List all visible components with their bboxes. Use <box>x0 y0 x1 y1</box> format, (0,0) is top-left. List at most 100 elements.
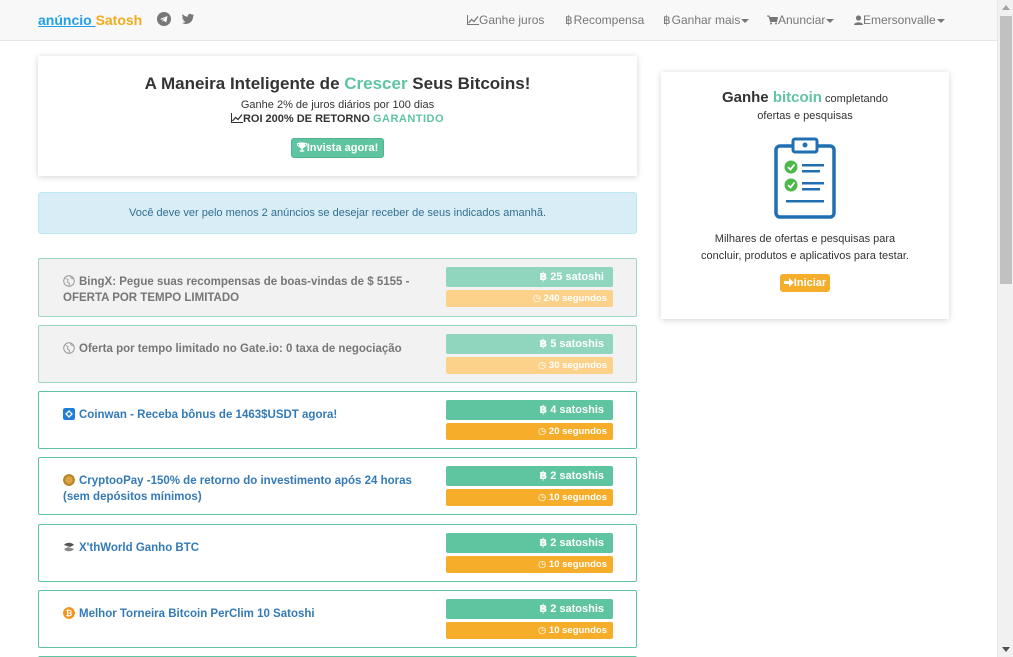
bitcoin-icon: ฿ <box>663 13 671 27</box>
start-offers-button[interactable]: Iniciar <box>779 274 831 292</box>
hero-roi: ROI 200% DE RETORNO GARANTIDO <box>38 113 637 125</box>
scrollbar-thumb[interactable] <box>1000 16 1012 284</box>
offers-card: Ganhe bitcoin completando ofertas e pesq… <box>661 72 949 319</box>
invest-hero-card: A Maneira Inteligente de Crescer Seus Bi… <box>38 56 637 176</box>
xthworld-icon <box>64 542 74 552</box>
globe-icon <box>63 342 75 354</box>
trophy-icon <box>296 142 307 152</box>
ad-title-text: Oferta por tempo limitado no Gate.io: 0 … <box>79 343 402 355</box>
ad-timer-text: 20 segundos <box>548 426 607 437</box>
ad-timer-badge: ◷ 10 segundos <box>446 489 613 506</box>
info-alert: Você deve ver pelo menos 2 anúncios se d… <box>38 192 637 234</box>
hero-title-part: Seus Bitcoins! <box>407 74 531 93</box>
ad-reward-text: 2 satoshis <box>550 470 604 482</box>
cart-icon <box>767 15 779 25</box>
ad-item[interactable]: Coinwan - Receba bônus de 1463$USDT agor… <box>38 391 637 449</box>
nav-ganhar-mais[interactable]: ฿Ganhar mais <box>663 13 750 27</box>
ad-timer-text: 10 segundos <box>548 559 607 570</box>
caret-down-icon <box>741 18 750 23</box>
offers-desc-line: concluir, produtos e aplicativos para te… <box>701 250 909 262</box>
ad-reward-text: 2 satoshis <box>550 537 604 549</box>
coinwan-icon <box>63 408 75 420</box>
brand-part2[interactable]: Satosh <box>96 12 143 28</box>
ad-title[interactable]: X'thWorld Ganho BTC <box>63 540 423 556</box>
ad-title[interactable]: CryptooPay -150% de retorno do investime… <box>63 473 423 505</box>
svg-text:₿: ₿ <box>66 609 73 618</box>
nav-recompensa-label: Recompensa <box>573 13 645 27</box>
ad-reward-text: 5 satoshis <box>550 338 604 350</box>
hero-title-highlight: Crescer <box>344 74 408 93</box>
hero-title-part: A Maneira Inteligente de <box>144 74 345 93</box>
nav-recompensa[interactable]: ฿Recompensa <box>565 13 644 27</box>
ad-title[interactable]: ₿ Melhor Torneira Bitcoin PerClim 10 Sato… <box>63 606 423 622</box>
ad-reward-badge: ฿ 25 satoshi <box>446 267 613 287</box>
offers-title: Ganhe bitcoin completando <box>661 89 949 106</box>
brand-part1[interactable]: anúncio <box>38 12 96 28</box>
ad-timer-text: 240 segundos <box>543 293 607 304</box>
ad-reward-badge: ฿ 5 satoshis <box>446 334 613 354</box>
clipboard-checklist-icon <box>774 137 836 219</box>
ad-reward-badge: ฿ 2 satoshis <box>446 533 613 553</box>
ad-reward-badge: ฿ 2 satoshis <box>446 599 613 619</box>
hero-title: A Maneira Inteligente de Crescer Seus Bi… <box>38 74 637 94</box>
chart-line-icon <box>230 113 243 123</box>
ad-timer-text: 10 segundos <box>548 492 607 503</box>
top-navbar: anúncio Satosh Ganhe juros ฿Recompensa ฿… <box>0 0 997 41</box>
offers-title-part: Ganhe <box>721 89 773 106</box>
invest-now-label: Invista agora! <box>306 142 379 154</box>
telegram-icon[interactable] <box>157 12 171 26</box>
ad-reward-text: 2 satoshis <box>550 603 604 615</box>
ad-timer-badge: ◷ 10 segundos <box>446 556 613 573</box>
nav-anunciar-label: Anunciar <box>778 13 826 27</box>
nav-user-menu[interactable]: Emersonvalle <box>854 13 945 27</box>
ad-title-text: BingX: Pegue suas recompensas de boas-vi… <box>63 276 410 304</box>
ad-item[interactable]: CryptooPay -150% de retorno do investime… <box>38 457 637 515</box>
ad-title-text: Coinwan - Receba bônus de 1463$USDT agor… <box>79 409 338 421</box>
nav-user-label: Emersonvalle <box>863 13 936 27</box>
ad-title-text: CryptooPay -150% de retorno do investime… <box>63 475 412 503</box>
ad-title-text: X'thWorld Ganho BTC <box>79 542 200 554</box>
nav-ganhe-juros-label: Ganhe juros <box>479 13 545 27</box>
ad-title-text: Melhor Torneira Bitcoin PerClim 10 Satos… <box>79 608 315 620</box>
ad-reward-text: 25 satoshi <box>550 271 604 283</box>
scroll-up-arrow-icon[interactable] <box>1002 5 1010 10</box>
ad-reward-badge: ฿ 2 satoshis <box>446 466 613 486</box>
ad-timer-badge: ◷ 20 segundos <box>446 423 613 440</box>
ad-reward-text: 4 satoshis <box>550 404 604 416</box>
ad-item[interactable]: BingX: Pegue suas recompensas de boas-vi… <box>38 258 637 317</box>
ad-reward-badge: ฿ 4 satoshis <box>446 400 613 420</box>
nav-ganhar-mais-label: Ganhar mais <box>671 13 741 27</box>
hero-roi-text: ROI 200% DE RETORNO <box>242 113 373 125</box>
hero-roi-guaranteed: GARANTIDO <box>372 113 445 125</box>
hero-subtitle: Ganhe 2% de juros diários por 100 dias <box>240 99 435 111</box>
brand-logo[interactable]: anúncio Satosh <box>38 12 142 28</box>
offers-title-highlight: bitcoin <box>772 89 822 106</box>
ad-title[interactable]: BingX: Pegue suas recompensas de boas-vi… <box>63 274 423 306</box>
chart-line-icon <box>467 15 479 25</box>
offers-desc-line: Milhares de ofertas e pesquisas para <box>714 233 896 245</box>
arrow-right-icon <box>783 278 794 287</box>
nav-ganhe-juros[interactable]: Ganhe juros <box>467 13 544 27</box>
ad-timer-badge: ◷ 240 segundos <box>446 290 613 307</box>
ad-item[interactable]: X'thWorld Ganho BTC ฿ 2 satoshis ◷ 10 se… <box>38 524 637 582</box>
twitter-icon[interactable] <box>181 12 195 26</box>
ad-title[interactable]: Coinwan - Receba bônus de 1463$USDT agor… <box>63 407 423 423</box>
bitcoin-icon: ฿ <box>565 13 573 27</box>
scroll-down-arrow-icon[interactable] <box>1002 647 1010 652</box>
ad-timer-badge: ◷ 30 segundos <box>446 357 613 374</box>
bitcoin-icon: ₿ <box>63 607 75 619</box>
coin-icon <box>63 474 75 486</box>
start-offers-label: Iniciar <box>793 277 827 289</box>
offers-title-small: completando <box>821 93 889 105</box>
ad-timer-text: 30 segundos <box>548 360 607 371</box>
offers-subtitle: ofertas e pesquisas <box>757 110 853 122</box>
ad-title[interactable]: Oferta por tempo limitado no Gate.io: 0 … <box>63 341 423 357</box>
ad-item[interactable]: ₿ Melhor Torneira Bitcoin PerClim 10 Sato… <box>38 590 637 648</box>
nav-anunciar[interactable]: Anunciar <box>767 13 835 27</box>
user-icon <box>854 15 863 25</box>
invest-now-button[interactable]: Invista agora! <box>290 138 385 158</box>
ad-timer-text: 10 segundos <box>548 625 607 636</box>
ad-timer-badge: ◷ 10 segundos <box>446 622 613 639</box>
vertical-scrollbar[interactable] <box>997 0 1013 657</box>
ad-item[interactable]: Oferta por tempo limitado no Gate.io: 0 … <box>38 325 637 383</box>
